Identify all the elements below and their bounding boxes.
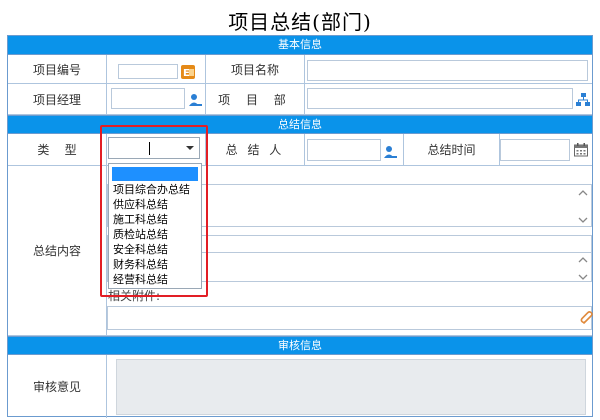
summary-form: 基本信息 项目编号 项目名称 E 项目经理 项 目 部 总结信息 类 型 总 结… [7, 35, 595, 418]
review-opinion-textarea [116, 359, 586, 415]
project-no-input[interactable] [118, 64, 178, 79]
textarea-scrollbar-2[interactable] [577, 254, 589, 286]
summarizer-input[interactable] [307, 139, 381, 161]
section-basic-info: 基本信息 [8, 36, 592, 55]
project-manager-input[interactable] [111, 88, 185, 109]
type-label: 类 型 [8, 134, 107, 165]
type-dropdown-list: 项目综合办总结 供应科总结 施工科总结 质检站总结 安全科总结 财务科总结 经营… [108, 163, 202, 289]
section-review-info: 审核信息 [8, 336, 592, 355]
dropdown-option[interactable]: 项目综合办总结 [109, 182, 201, 197]
summary-time-input[interactable] [500, 139, 570, 161]
summary-time-label: 总结时间 [404, 134, 500, 165]
section-basic-info-label: 基本信息 [278, 38, 322, 51]
section-summary-info-label: 总结信息 [278, 118, 322, 131]
review-opinion-label: 审核意见 [8, 355, 107, 418]
org-picker-icon[interactable] [575, 92, 591, 108]
textarea-scrollbar[interactable] [577, 187, 589, 229]
dropdown-option[interactable]: 质检站总结 [109, 227, 201, 242]
project-dept-label: 项 目 部 [206, 84, 305, 114]
page-title: 项目总结(部门) [228, 10, 372, 34]
dropdown-option[interactable]: 施工科总结 [109, 212, 201, 227]
calendar-icon[interactable] [573, 142, 589, 158]
project-manager-label: 项目经理 [8, 84, 107, 114]
scroll-up-icon[interactable] [577, 187, 589, 199]
project-name-input[interactable] [307, 60, 588, 81]
paperclip-icon[interactable] [579, 310, 595, 326]
attachment-field[interactable] [107, 306, 592, 330]
scroll-down-icon[interactable] [577, 271, 589, 283]
text-caret [149, 142, 150, 155]
svg-text:E: E [183, 68, 190, 79]
dropdown-option[interactable]: 财务科总结 [109, 257, 201, 272]
excel-picker-icon[interactable]: E [180, 64, 196, 80]
project-name-label: 项目名称 [206, 55, 305, 83]
summarizer-label: 总 结 人 [206, 134, 305, 165]
dropdown-option[interactable]: 供应科总结 [109, 197, 201, 212]
type-select[interactable] [108, 137, 200, 159]
project-no-label: 项目编号 [8, 55, 107, 83]
dropdown-option[interactable]: 经营科总结 [109, 272, 201, 287]
summary-content-label: 总结内容 [8, 166, 107, 335]
user-picker-icon[interactable] [187, 92, 203, 108]
scroll-down-icon[interactable] [577, 214, 589, 226]
user-picker-icon[interactable] [382, 144, 398, 160]
chevron-down-icon[interactable] [181, 138, 199, 158]
section-review-info-label: 审核信息 [278, 339, 322, 352]
section-summary-info: 总结信息 [8, 115, 592, 134]
scroll-up-icon[interactable] [577, 254, 589, 266]
dropdown-option[interactable] [112, 167, 198, 181]
dropdown-option[interactable]: 安全科总结 [109, 242, 201, 257]
project-dept-input[interactable] [307, 88, 573, 109]
